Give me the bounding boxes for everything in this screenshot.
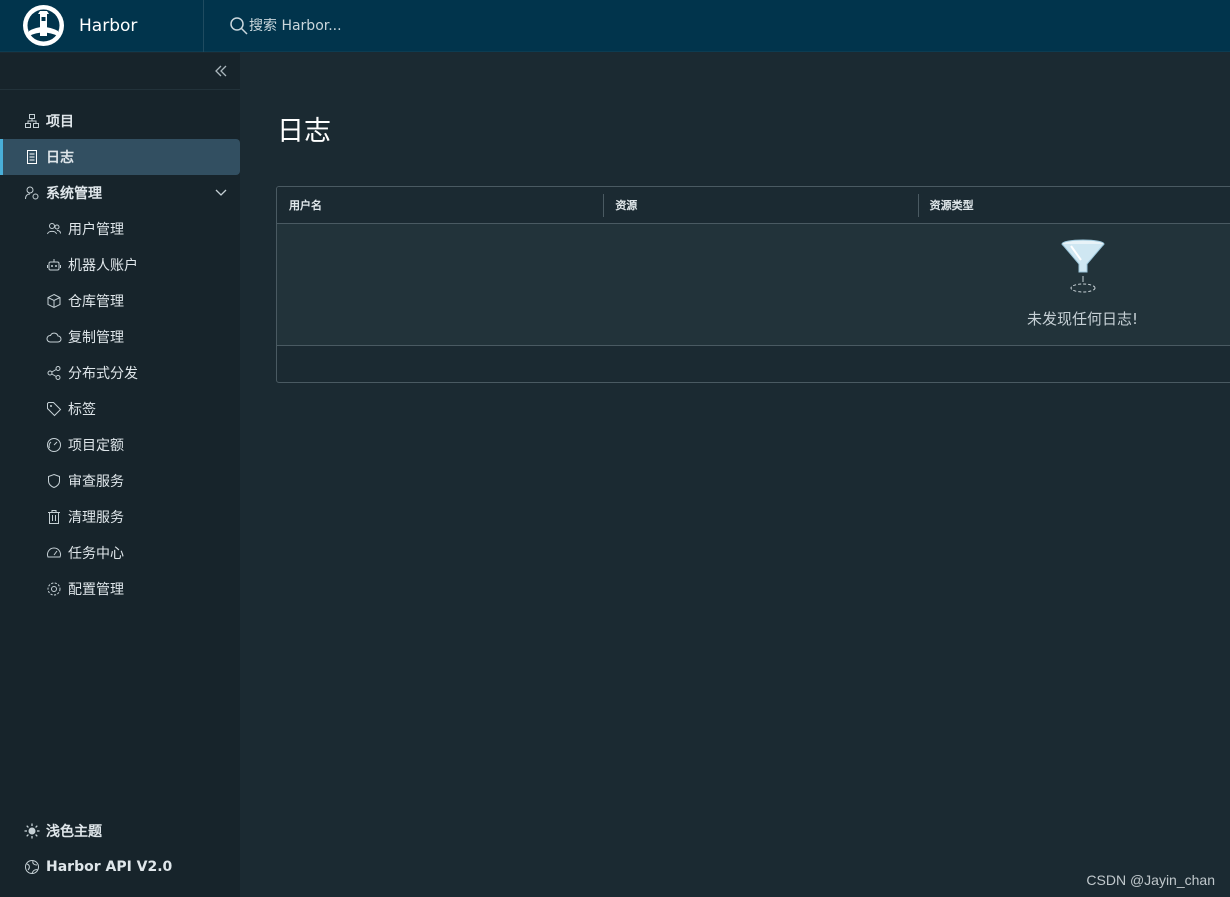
box-icon: [46, 293, 62, 309]
sidebar-item-cleanup[interactable]: 清理服务: [0, 499, 240, 535]
harbor-logo-icon: [23, 5, 64, 46]
theme-toggle[interactable]: 浅色主题: [0, 813, 240, 849]
sidebar-item-interrogation[interactable]: 审查服务: [0, 463, 240, 499]
sidebar-item-label: 分布式分发: [68, 366, 138, 382]
datagrid-header: 用户名 资源 资源类型: [277, 187, 1230, 224]
column-header-username[interactable]: 用户名: [277, 187, 603, 223]
gauge-icon: [46, 437, 62, 453]
search-icon: [229, 16, 249, 36]
sidebar-item-quotas[interactable]: 项目定额: [0, 427, 240, 463]
log-icon: [24, 149, 40, 165]
main-content: 日志 用户名 资源 资源类型 未发现任何日志!: [240, 53, 1230, 897]
sun-icon: [24, 823, 40, 839]
sidebar-item-label: 仓库管理: [68, 294, 124, 310]
sidebar-item-repositories[interactable]: 仓库管理: [0, 283, 240, 319]
tag-icon: [46, 401, 62, 417]
sidebar-item-configuration[interactable]: 配置管理: [0, 571, 240, 607]
dashboard-icon: [46, 545, 62, 561]
empty-filter-icon: [1061, 239, 1104, 293]
sidebar-item-labels[interactable]: 标签: [0, 391, 240, 427]
sidebar-item-replication[interactable]: 复制管理: [0, 319, 240, 355]
sidebar-item-label: 机器人账户: [68, 258, 138, 274]
sidebar-item-admin[interactable]: 系统管理: [0, 175, 240, 211]
sidebar-item-logs[interactable]: 日志: [0, 139, 240, 175]
gear-icon: [46, 581, 62, 597]
harbor-api-link[interactable]: Harbor API V2.0: [0, 849, 240, 885]
harbor-api-label: Harbor API V2.0: [46, 859, 173, 875]
top-header: Harbor: [0, 0, 1230, 52]
sidebar-item-label: 任务中心: [68, 546, 124, 562]
trash-icon: [46, 509, 62, 525]
users-icon: [46, 221, 62, 237]
brand[interactable]: Harbor: [0, 0, 204, 52]
empty-message: 未发现任何日志!: [1027, 310, 1139, 328]
datagrid-body: 未发现任何日志!: [277, 224, 1230, 346]
sidebar-item-label: 配置管理: [68, 582, 124, 598]
sidebar-item-label: 复制管理: [68, 330, 124, 346]
sidebar-item-label: 清理服务: [68, 510, 124, 526]
sidebar-footer: 浅色主题 Harbor API V2.0: [0, 813, 240, 885]
sidebar-item-projects[interactable]: 项目: [0, 103, 240, 139]
sidebar-item-label: 标签: [68, 402, 96, 418]
sidebar-item-job-service[interactable]: 任务中心: [0, 535, 240, 571]
share-icon: [46, 365, 62, 381]
column-header-resource[interactable]: 资源: [603, 187, 917, 223]
robot-icon: [46, 257, 62, 273]
logs-datagrid: 用户名 资源 资源类型 未发现任何日志!: [276, 186, 1230, 383]
api-globe-icon: [24, 859, 40, 875]
sidebar-item-robot-accounts[interactable]: 机器人账户: [0, 247, 240, 283]
column-header-resource-type[interactable]: 资源类型: [917, 187, 1230, 223]
sidebar-item-label: 系统管理: [46, 186, 102, 202]
chevron-down-icon[interactable]: [214, 186, 228, 200]
sidebar-nav: 项目 日志 系统管理 用户管理 机器人账户 仓库管理 复制管理 分布式分发 标签…: [0, 90, 240, 607]
sidebar-item-label: 日志: [46, 150, 74, 166]
sidebar-item-label: 项目定额: [68, 438, 124, 454]
sidebar-item-users[interactable]: 用户管理: [0, 211, 240, 247]
page-title: 日志: [277, 116, 331, 147]
admin-icon: [24, 185, 40, 201]
sidebar-item-label: 审查服务: [68, 474, 124, 490]
search-bar[interactable]: [229, 0, 549, 52]
sidebar-item-label: 项目: [46, 114, 74, 130]
empty-placeholder: 未发现任何日志!: [1027, 238, 1138, 329]
shield-icon: [46, 473, 62, 489]
sidebar-item-distribution[interactable]: 分布式分发: [0, 355, 240, 391]
sidebar: 项目 日志 系统管理 用户管理 机器人账户 仓库管理 复制管理 分布式分发 标签…: [0, 53, 240, 897]
sidebar-item-label: 用户管理: [68, 222, 124, 238]
watermark: CSDN @Jayin_chan: [1086, 872, 1215, 888]
double-chevron-left-icon: [215, 65, 227, 77]
theme-toggle-label: 浅色主题: [46, 824, 102, 840]
search-input[interactable]: [249, 17, 549, 34]
cloud-icon: [46, 329, 62, 345]
project-icon: [24, 113, 40, 129]
brand-name: Harbor: [79, 15, 138, 36]
collapse-sidebar-button[interactable]: [0, 53, 240, 90]
